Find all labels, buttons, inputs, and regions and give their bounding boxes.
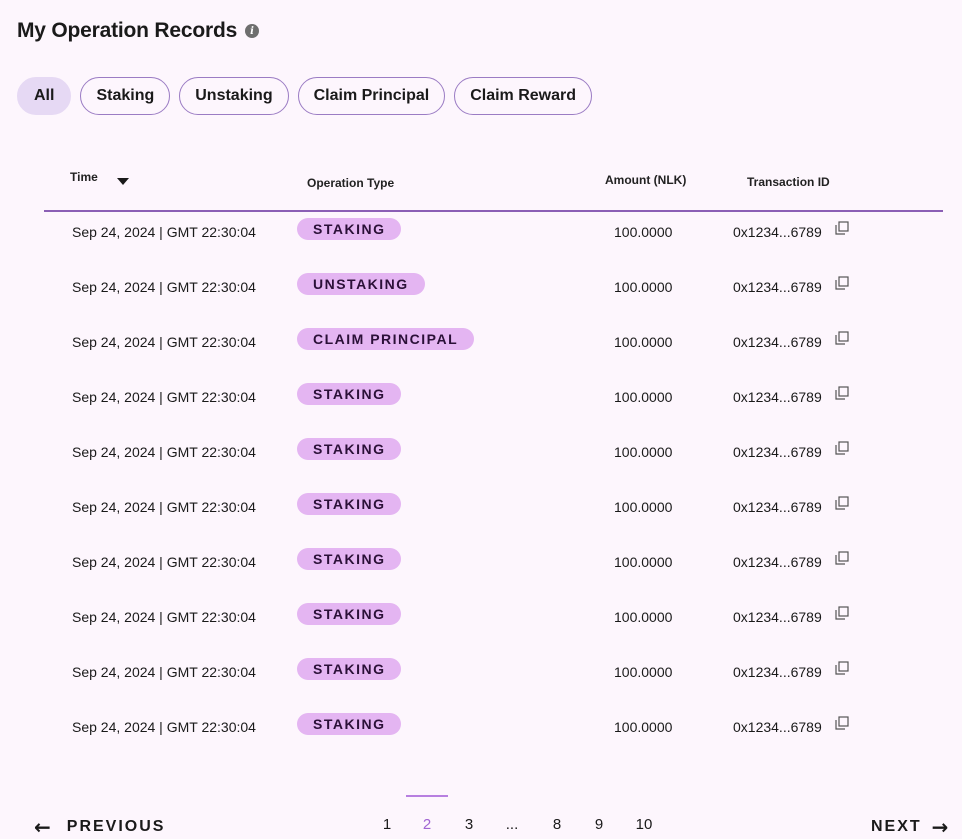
page-number-8[interactable]: 8 [548,816,566,833]
amount-cell: 100.0000 [614,279,673,295]
page-header: My Operation Records i [17,19,260,43]
table-row: Sep 24, 2024 | GMT 22:30:04 STAKING 100.00… [0,487,962,542]
transaction-id-cell: 0x1234...6789 [733,554,822,570]
amount-cell: 100.0000 [614,224,673,240]
transaction-id-cell: 0x1234...6789 [733,664,822,680]
transaction-id-cell: 0x1234...6789 [733,389,822,405]
filter-chip-claim-principal[interactable]: Claim Principal [297,77,446,115]
column-header-time[interactable]: Time [70,170,98,184]
copy-icon[interactable] [835,441,849,455]
operation-type-badge: STAKING [297,493,402,515]
transaction-id-cell: 0x1234...6789 [733,444,822,460]
table-row: Sep 24, 2024 | GMT 22:30:04 STAKING 100.00… [0,707,962,762]
time-cell: Sep 24, 2024 | GMT 22:30:04 [72,389,256,405]
operation-type-badge: STAKING [297,218,402,240]
amount-cell: 100.0000 [614,334,673,350]
table-row: Sep 24, 2024 | GMT 22:30:04 UNSTAKING 100.… [0,267,962,322]
copy-icon[interactable] [835,716,849,730]
table-row: Sep 24, 2024 | GMT 22:30:04 STAKING 100.00… [0,377,962,432]
transaction-id-cell: 0x1234...6789 [733,719,822,735]
table-row: Sep 24, 2024 | GMT 22:30:04 STAKING 100.00… [0,432,962,487]
copy-icon[interactable] [835,661,849,675]
amount-cell: 100.0000 [614,499,673,515]
copy-icon[interactable] [835,331,849,345]
operation-type-badge: STAKING [297,658,402,680]
page-number-10[interactable]: 10 [630,816,658,833]
page-number-1[interactable]: 1 [378,816,396,833]
time-cell: Sep 24, 2024 | GMT 22:30:04 [72,719,256,735]
transaction-id-cell: 0x1234...6789 [733,279,822,295]
pagination: ← PREVIOUS 1 2 3... 8 9 10 NEXT → [0,780,962,837]
filter-chip-staking[interactable]: Staking [80,77,171,115]
amount-cell: 100.0000 [614,444,673,460]
time-cell: Sep 24, 2024 | GMT 22:30:04 [72,664,256,680]
page-number-2[interactable]: 2 [418,816,436,833]
operation-type-badge: STAKING [297,383,402,405]
time-cell: Sep 24, 2024 | GMT 22:30:04 [72,554,256,570]
transaction-id-cell: 0x1234...6789 [733,334,822,350]
amount-cell: 100.0000 [614,609,673,625]
arrow-left-icon: ← [34,815,53,839]
operation-type-badge: STAKING [297,438,402,460]
page-title: My Operation Records [17,19,238,42]
copy-icon[interactable] [835,606,849,620]
page-ellipsis: ... [505,816,519,833]
next-button[interactable]: NEXT → [871,817,950,837]
time-cell: Sep 24, 2024 | GMT 22:30:04 [72,224,256,240]
filter-chip-all[interactable]: All [17,77,72,115]
table-row: Sep 24, 2024 | GMT 22:30:04 STAKING 100.00… [0,597,962,652]
transaction-id-cell: 0x1234...6789 [733,224,822,240]
table-row: Sep 24, 2024 | GMT 22:30:04 STAKING 100.00… [0,652,962,707]
filter-chip-claim-reward[interactable]: Claim Reward [454,77,592,115]
sort-desc-icon[interactable] [117,178,129,185]
column-header-transaction-id: Transaction ID [747,175,830,189]
copy-icon[interactable] [835,551,849,565]
operation-type-badge: STAKING [297,548,402,570]
column-header-operation-type: Operation Type [307,176,395,190]
copy-icon[interactable] [835,276,849,290]
operation-type-badge: UNSTAKING [297,273,425,295]
time-cell: Sep 24, 2024 | GMT 22:30:04 [72,444,256,460]
transaction-id-cell: 0x1234...6789 [733,609,822,625]
previous-label: PREVIOUS [66,818,166,835]
filter-tabs: All Staking Unstaking Claim Principal Claim … [17,77,601,115]
info-icon[interactable]: i [245,24,260,38]
column-header-amount: Amount (NLK) [605,173,687,187]
time-cell: Sep 24, 2024 | GMT 22:30:04 [72,334,256,350]
arrow-right-icon: → [931,815,951,839]
table-row: Sep 24, 2024 | GMT 22:30:04 CLAIM PRINCIP… [0,322,962,377]
transaction-id-cell: 0x1234...6789 [733,499,822,515]
time-cell: Sep 24, 2024 | GMT 22:30:04 [72,499,256,515]
amount-cell: 100.0000 [614,664,673,680]
amount-cell: 100.0000 [614,389,673,405]
table-row: Sep 24, 2024 | GMT 22:30:04 STAKING 100.00… [0,542,962,597]
copy-icon[interactable] [835,386,849,400]
filter-chip-unstaking[interactable]: Unstaking [179,77,289,115]
time-cell: Sep 24, 2024 | GMT 22:30:04 [72,279,256,295]
page-number-3[interactable]: 3 [460,816,478,833]
amount-cell: 100.0000 [614,719,673,735]
operation-type-badge: STAKING [297,603,402,625]
time-cell: Sep 24, 2024 | GMT 22:30:04 [72,609,256,625]
next-label: NEXT [871,818,922,835]
table-row: Sep 24, 2024 | GMT 22:30:04 STAKING 100.00… [0,212,962,267]
operation-type-badge: CLAIM PRINCIPAL [297,328,475,350]
current-page-indicator [406,795,448,797]
page-number-9[interactable]: 9 [590,816,608,833]
copy-icon[interactable] [835,221,849,235]
amount-cell: 100.0000 [614,554,673,570]
previous-button[interactable]: ← PREVIOUS [34,817,165,837]
operation-type-badge: STAKING [297,713,402,735]
copy-icon[interactable] [835,496,849,510]
